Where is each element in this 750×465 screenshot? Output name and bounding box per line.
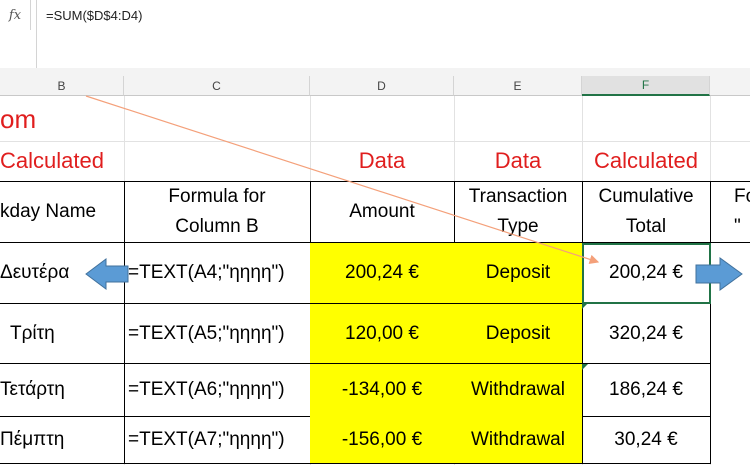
- cell-indicator: [582, 303, 588, 309]
- cell-indicator: [582, 364, 588, 370]
- pointer-arrow: [85, 95, 600, 264]
- left-arrow-icon: [85, 258, 129, 290]
- right-arrow-icon: [695, 257, 743, 291]
- annotation-overlay: [85, 95, 743, 370]
